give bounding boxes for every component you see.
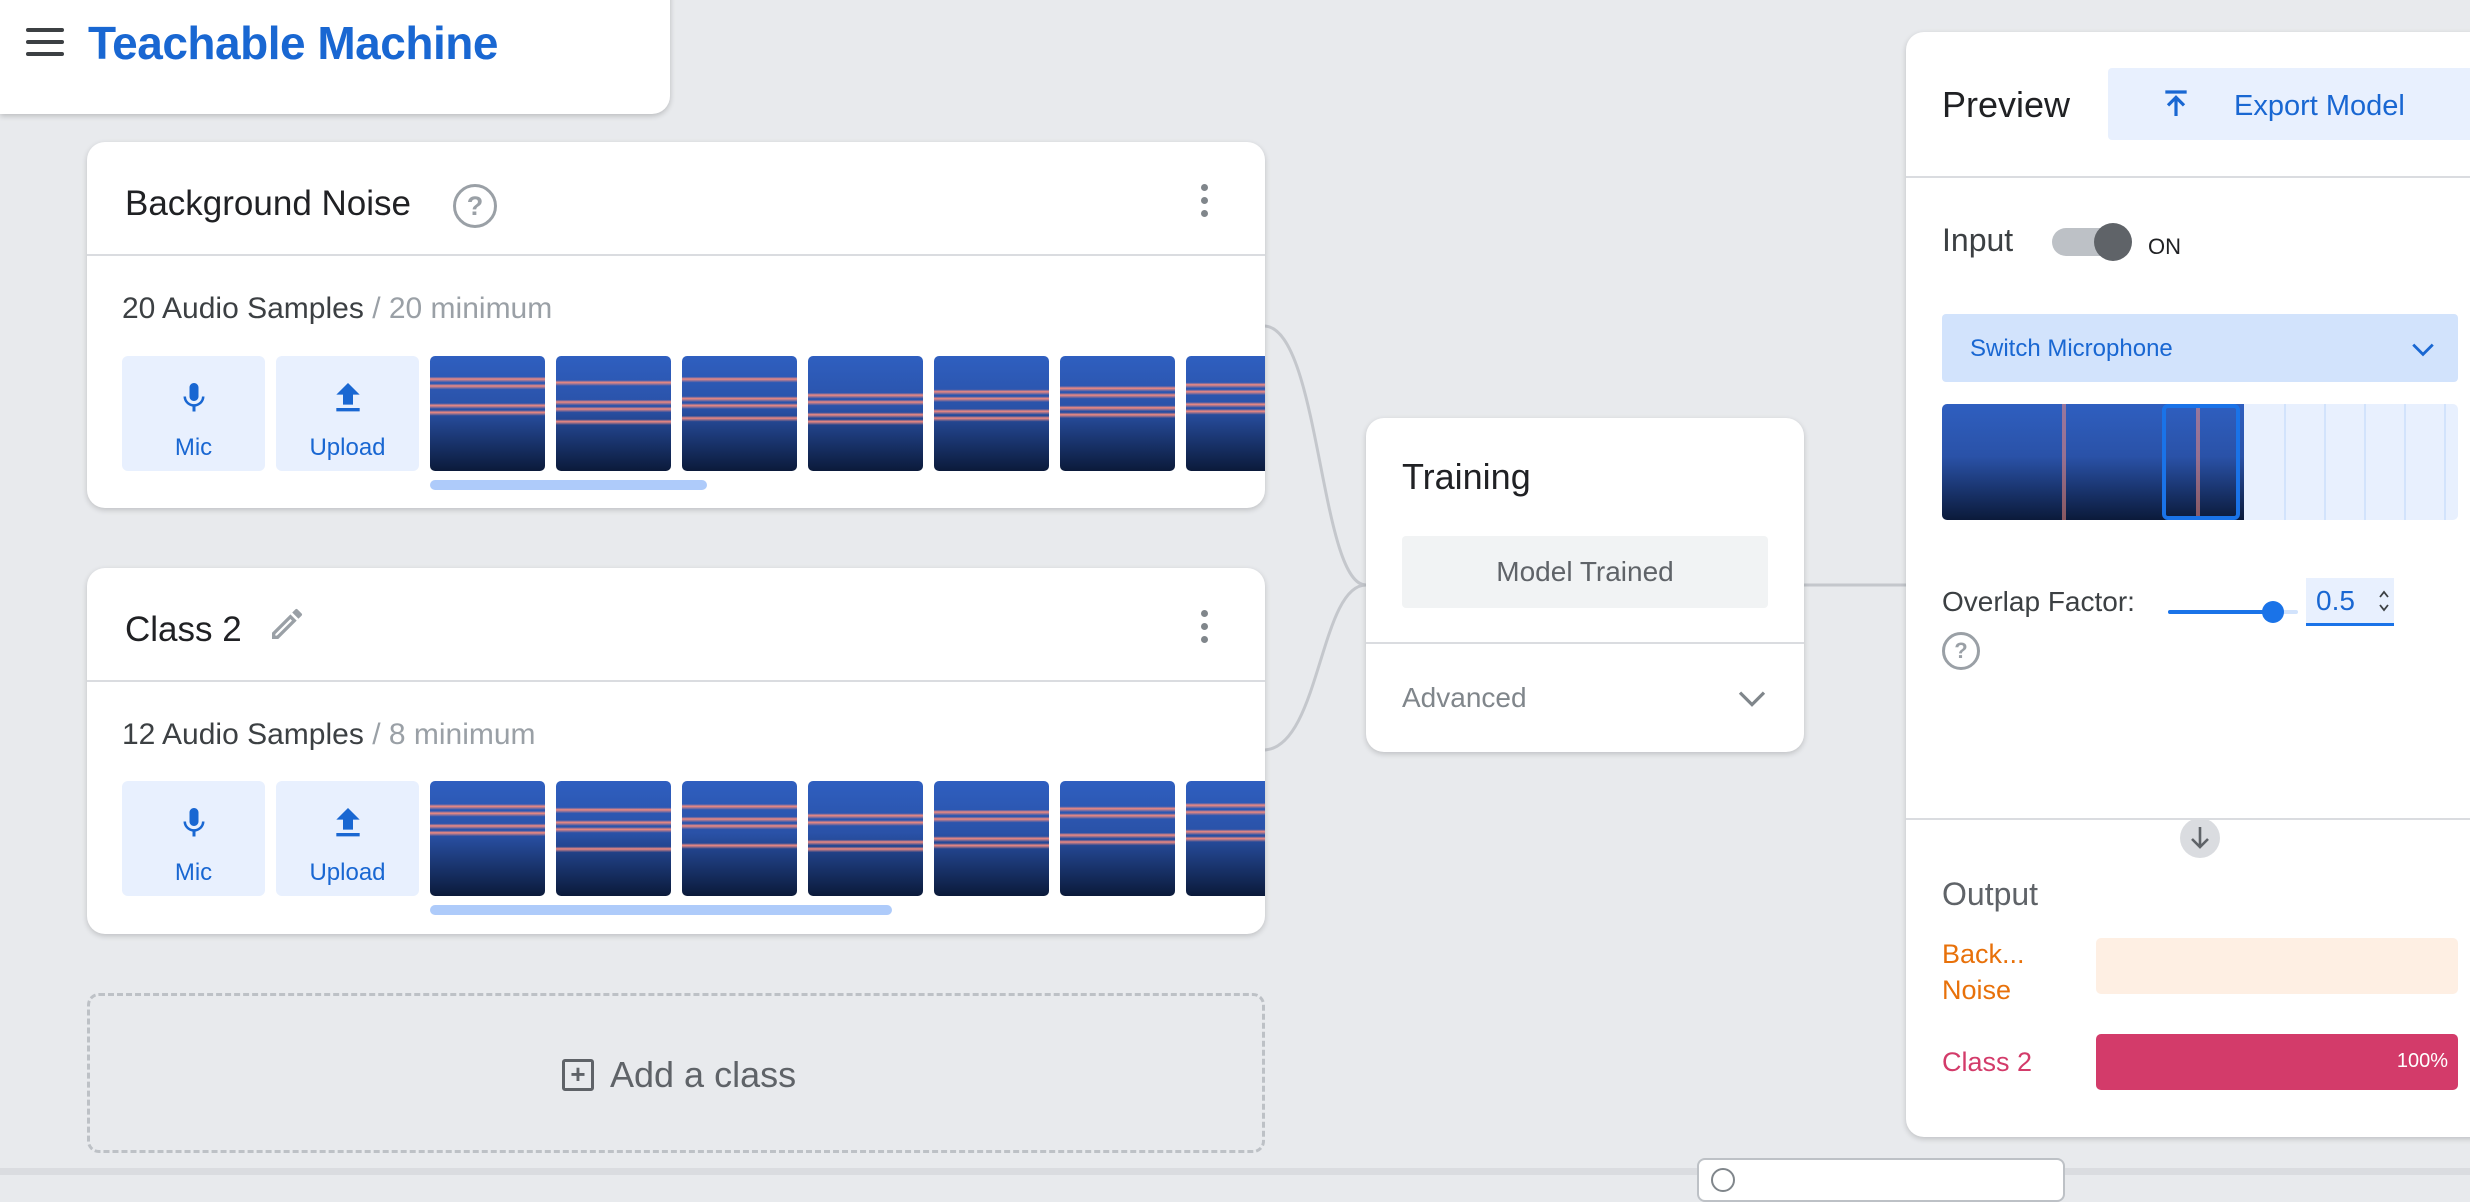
sample-thumbnail[interactable] [556, 781, 671, 896]
class-card-background-noise: Background Noise ? 20 Audio Samples / 20… [87, 142, 1265, 508]
samples-count-value: 12 Audio Samples [122, 718, 364, 751]
chevron-down-icon [2412, 343, 2434, 357]
upload-button[interactable]: Upload [276, 356, 419, 471]
input-label: Input [1942, 222, 2014, 258]
toggle-knob [2094, 223, 2132, 261]
train-model-button[interactable]: Model Trained [1402, 536, 1768, 608]
add-box-icon: + [562, 1059, 594, 1091]
sample-thumbnail[interactable] [808, 356, 923, 471]
mic-icon [183, 383, 204, 412]
switch-microphone-label: Switch Microphone [1970, 335, 2173, 362]
confidence-percent: 100% [2396, 1050, 2448, 1072]
class-header: Class 2 [87, 568, 1265, 682]
spinner-arrows-icon[interactable] [2378, 588, 2390, 614]
divider [1906, 818, 2470, 820]
sample-thumbnail[interactable] [808, 781, 923, 896]
help-icon[interactable]: ? [1942, 632, 1980, 670]
advanced-toggle[interactable]: Advanced [1402, 682, 1527, 714]
language-selector[interactable] [1697, 1158, 2065, 1202]
sample-thumbnail[interactable] [934, 781, 1049, 896]
input-toggle[interactable] [2052, 223, 2132, 261]
samples-count-value: 20 Audio Samples [122, 292, 364, 325]
sample-thumbnail[interactable] [1060, 356, 1175, 471]
slider-thumb[interactable] [2261, 601, 2284, 623]
sample-thumbnail[interactable] [934, 356, 1049, 471]
spectrogram-gridline [2324, 404, 2326, 520]
samples-minimum: / 20 minimum [372, 292, 553, 325]
live-spectrogram [1942, 404, 2458, 520]
class-name[interactable]: Background Noise [125, 184, 411, 224]
upload-label: Upload [309, 434, 386, 461]
page-footer [0, 1168, 2470, 1175]
mic-button[interactable]: Mic [122, 356, 265, 471]
confidence-bar [2096, 938, 2458, 994]
mic-label: Mic [174, 434, 213, 461]
samples-minimum: / 8 minimum [372, 718, 536, 751]
divider [1906, 176, 2470, 178]
spectrogram-gridline [2364, 404, 2366, 520]
upload-icon [335, 808, 360, 837]
export-model-button[interactable]: Export Model [2108, 68, 2470, 140]
sample-thumbnail[interactable] [682, 356, 797, 471]
slider-fill [2168, 610, 2273, 614]
overlap-factor-slider[interactable] [2168, 600, 2298, 624]
input-state: ON [2148, 234, 2181, 259]
more-vert-icon[interactable] [1199, 610, 1209, 646]
preview-title: Preview [1942, 84, 2071, 125]
output-class-label: Back... Noise [1942, 939, 2025, 1005]
more-vert-icon[interactable] [1199, 184, 1209, 220]
chevron-down-icon[interactable] [1736, 682, 1768, 714]
add-class-button[interactable]: + Add a class [87, 993, 1265, 1153]
export-model-label: Export Model [2234, 90, 2405, 122]
globe-icon [1711, 1168, 1735, 1192]
thumbnail-scrollbar[interactable] [430, 905, 892, 915]
training-panel: Training Model Trained Advanced [1366, 418, 1804, 752]
overlap-window [2162, 404, 2240, 520]
mic-label: Mic [174, 859, 213, 886]
sample-thumbnail[interactable] [1186, 356, 1265, 471]
overlap-factor-label: Overlap Factor: [1942, 586, 2135, 617]
mic-button[interactable]: Mic [122, 781, 265, 896]
arrow-down-icon [2180, 818, 2220, 858]
pencil-icon[interactable] [267, 604, 307, 644]
sample-thumbnail[interactable] [556, 356, 671, 471]
upload-label: Upload [309, 859, 386, 886]
sample-thumbnail[interactable] [430, 356, 545, 471]
output-class-label: Class 2 [1942, 1047, 2033, 1077]
sample-thumbnail[interactable] [682, 781, 797, 896]
confidence-bar: 100% [2096, 1034, 2458, 1090]
sample-thumbnail[interactable] [1186, 781, 1265, 896]
spectrogram-gridline [2284, 404, 2286, 520]
class-card-class-2: Class 2 12 Audio Samples / 8 minimum Mic… [87, 568, 1265, 934]
add-class-label: Add a class [610, 1054, 797, 1095]
training-title: Training [1402, 456, 1531, 497]
upload-button[interactable]: Upload [276, 781, 419, 896]
class-header: Background Noise ? [87, 142, 1265, 256]
class-name[interactable]: Class 2 [125, 610, 242, 650]
preview-panel: Preview Export Model Input ON Switch Mic… [1906, 32, 2470, 1137]
samples-count: 12 Audio Samples / 8 minimum [122, 718, 536, 752]
spectrogram-gridline [2404, 404, 2406, 520]
samples-count: 20 Audio Samples / 20 minimum [122, 292, 552, 326]
upload-icon [335, 383, 360, 412]
sample-thumbnail[interactable] [430, 781, 545, 896]
output-label: Output [1942, 876, 2039, 912]
thumbnail-scrollbar[interactable] [430, 480, 707, 490]
mic-icon [183, 808, 204, 837]
spectrogram-gridline [2444, 404, 2446, 520]
help-icon[interactable]: ? [453, 184, 497, 228]
export-icon [2165, 90, 2187, 116]
divider [1366, 642, 1804, 644]
switch-microphone-dropdown[interactable]: Switch Microphone [1942, 314, 2458, 382]
sample-thumbnail[interactable] [1060, 781, 1175, 896]
